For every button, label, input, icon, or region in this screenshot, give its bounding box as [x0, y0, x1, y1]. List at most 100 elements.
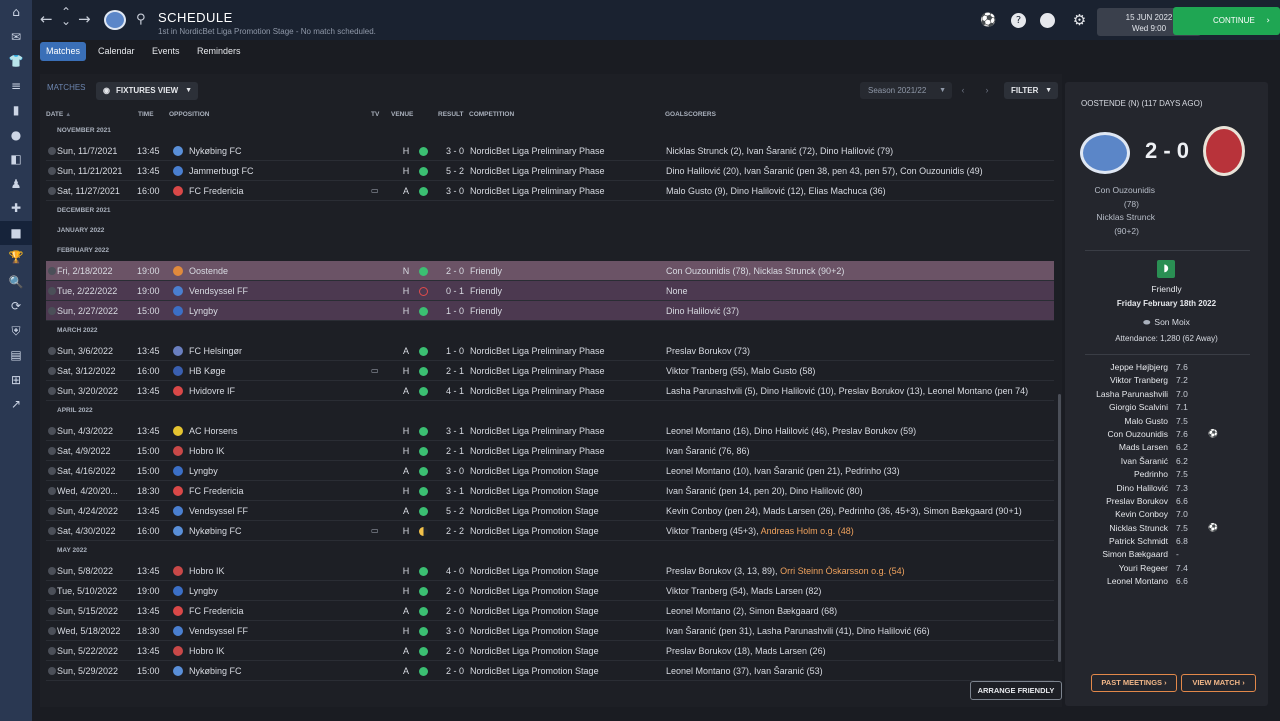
opponent-name[interactable]: FC Fredericia — [189, 486, 369, 496]
back-arrow-icon[interactable]: ← — [40, 10, 53, 28]
row-select-checkbox[interactable] — [48, 287, 56, 295]
row-select-checkbox[interactable] — [48, 567, 56, 575]
fixture-row[interactable]: Sat, 3/12/2022 16:00 HB Køge ▭ H 2 - 1 NordicB… — [46, 361, 1054, 381]
competition-name[interactable]: NordicBet Liga Promotion Stage — [470, 566, 660, 576]
match-result[interactable]: 2 - 0 — [438, 606, 472, 616]
row-select-checkbox[interactable] — [48, 607, 56, 615]
fixture-row[interactable]: Sun, 2/27/2022 15:00 Lyngby H 1 - 0 Friendly D… — [46, 301, 1054, 321]
player-name[interactable]: Youri Regeer — [1119, 563, 1168, 573]
fixture-row[interactable]: Sun, 11/21/2021 13:45 Jammerbugt FC H 5 - 2N… — [46, 161, 1054, 181]
opponent-name[interactable]: Hobro IK — [189, 566, 369, 576]
club-icon[interactable]: ♟ — [0, 172, 32, 197]
player-name[interactable]: Jeppe Højbjerg — [1110, 362, 1168, 372]
row-select-checkbox[interactable] — [48, 507, 56, 515]
competition-name[interactable]: NordicBet Liga Preliminary Phase — [470, 366, 660, 376]
row-select-checkbox[interactable] — [48, 447, 56, 455]
player-rating-row[interactable]: Kevin Conboy 7.0 — [1065, 509, 1268, 522]
player-name[interactable]: Malo Gusto — [1125, 416, 1168, 426]
tab-matches[interactable]: Matches — [40, 42, 87, 61]
inbox-icon[interactable]: ✉ — [0, 25, 32, 50]
filter-button[interactable]: FILTER ▼ — [1004, 82, 1058, 99]
match-result[interactable]: 2 - 0 — [438, 586, 472, 596]
player-name[interactable]: Lasha Parunashvili — [1096, 389, 1168, 399]
dev-centre-icon[interactable]: ⊞ — [0, 368, 32, 393]
player-rating-row[interactable]: Malo Gusto 7.5 — [1065, 416, 1268, 429]
home-icon[interactable]: ⌂ — [0, 0, 32, 25]
row-select-checkbox[interactable] — [48, 427, 56, 435]
fixture-row[interactable]: Sat, 4/16/2022 15:00 Lyngby A 3 - 0 NordicBet… — [46, 461, 1054, 481]
match-result[interactable]: 3 - 0 — [438, 626, 472, 636]
opponent-name[interactable]: Vendsyssel FF — [189, 286, 369, 296]
player-name[interactable]: Pedrinho — [1134, 469, 1168, 479]
match-result[interactable]: 3 - 0 — [438, 146, 472, 156]
trends-icon[interactable]: ↗ — [0, 392, 32, 417]
player-name[interactable]: Simon Bækgaard — [1102, 549, 1168, 559]
ball-icon[interactable]: ⚽ — [980, 13, 996, 28]
player-rating-row[interactable]: Nicklas Strunck 7.5 ⚽ — [1065, 523, 1268, 536]
staff-icon[interactable]: ● — [0, 123, 32, 148]
player-rating-row[interactable]: Mads Larsen 6.2 — [1065, 442, 1268, 455]
row-select-checkbox[interactable] — [48, 367, 56, 375]
view-match-button[interactable]: VIEW MATCH › — [1181, 674, 1256, 692]
column-venue[interactable]: VENUE — [391, 111, 413, 118]
club-info-icon[interactable]: ⛨ — [0, 319, 32, 344]
row-select-checkbox[interactable] — [48, 587, 56, 595]
player-name[interactable]: Nicklas Strunck — [1109, 523, 1168, 533]
fixture-row[interactable]: Sun, 3/6/2022 13:45 FC Helsingør A 1 - 0 Nord… — [46, 341, 1054, 361]
past-meetings-button[interactable]: PAST MEETINGS › — [1091, 674, 1177, 692]
competition-name[interactable]: NordicBet Liga Preliminary Phase — [470, 426, 660, 436]
row-select-checkbox[interactable] — [48, 347, 56, 355]
player-rating-row[interactable]: Pedrinho 7.5 — [1065, 469, 1268, 482]
fixture-row[interactable]: Tue, 2/22/2022 19:00 Vendsyssel FF H 0 - 1 Fr… — [46, 281, 1054, 301]
opponent-name[interactable]: Hobro IK — [189, 646, 369, 656]
fixture-row[interactable]: Sun, 4/3/2022 13:45 AC Horsens H 3 - 1 Nordic… — [46, 421, 1054, 441]
player-name[interactable]: Viktor Tranberg — [1110, 375, 1168, 385]
finances-icon[interactable]: ▤ — [0, 343, 32, 368]
fixture-row[interactable]: Sun, 4/24/2022 13:45 Vendsyssel FF A 5 - 2 No… — [46, 501, 1054, 521]
row-select-checkbox[interactable] — [48, 467, 56, 475]
competition-name[interactable]: NordicBet Liga Promotion Stage — [470, 506, 660, 516]
row-select-checkbox[interactable] — [48, 187, 56, 195]
match-result[interactable]: 0 - 1 — [438, 286, 472, 296]
opponent-name[interactable]: FC Fredericia — [189, 606, 369, 616]
match-result[interactable]: 2 - 1 — [438, 446, 472, 456]
opponent-name[interactable]: Lyngby — [189, 306, 369, 316]
fixture-row[interactable]: Sat, 11/27/2021 16:00 FC Fredericia ▭ A 3 - 0… — [46, 181, 1054, 201]
match-result[interactable]: 5 - 2 — [438, 166, 472, 176]
opponent-name[interactable]: Nykøbing FC — [189, 146, 369, 156]
competition-name[interactable]: NordicBet Liga Promotion Stage — [470, 606, 660, 616]
opponent-name[interactable]: Hobro IK — [189, 446, 369, 456]
competition-name[interactable]: NordicBet Liga Preliminary Phase — [470, 186, 660, 196]
match-result[interactable]: 3 - 1 — [438, 486, 472, 496]
match-result[interactable]: 3 - 1 — [438, 426, 472, 436]
opponent-name[interactable]: FC Helsingør — [189, 346, 369, 356]
arrange-friendly-button[interactable]: ARRANGE FRIENDLY — [970, 681, 1062, 700]
column-competition[interactable]: COMPETITION — [469, 111, 514, 118]
training-icon[interactable]: ◧ — [0, 147, 32, 172]
row-select-checkbox[interactable] — [48, 267, 56, 275]
column-goalscorers[interactable]: GOALSCORERS — [665, 111, 716, 118]
competition-name[interactable]: NordicBet Liga Promotion Stage — [470, 666, 660, 676]
match-result[interactable]: 3 - 0 — [438, 466, 472, 476]
competition-name[interactable]: Friendly — [470, 306, 660, 316]
fixture-row[interactable]: Sat, 4/9/2022 15:00 Hobro IK H 2 - 1 NordicBe… — [46, 441, 1054, 461]
opponent-name[interactable]: FC Fredericia — [189, 186, 369, 196]
player-name[interactable]: Giorgio Scalvini — [1109, 402, 1168, 412]
opponent-name[interactable]: Vendsyssel FF — [189, 506, 369, 516]
player-rating-row[interactable]: Lasha Parunashvili 7.0 — [1065, 389, 1268, 402]
column-time[interactable]: TIME — [138, 111, 154, 118]
forward-arrow-icon[interactable]: → — [78, 10, 91, 28]
row-select-checkbox[interactable] — [48, 307, 56, 315]
competition-name[interactable]: Friendly — [470, 266, 660, 276]
row-select-checkbox[interactable] — [48, 147, 56, 155]
match-result[interactable]: 5 - 2 — [438, 506, 472, 516]
competition-name[interactable]: NordicBet Liga Preliminary Phase — [470, 386, 660, 396]
player-rating-row[interactable]: Ivan Šaranić 6.2 — [1065, 456, 1268, 469]
tab-events[interactable]: Events — [146, 42, 186, 61]
player-rating-row[interactable]: Leonel Montano 6.6 — [1065, 576, 1268, 589]
match-result[interactable]: 4 - 1 — [438, 386, 472, 396]
row-select-checkbox[interactable] — [48, 667, 56, 675]
player-rating-row[interactable]: Simon Bækgaard - — [1065, 549, 1268, 562]
player-name[interactable]: Ivan Šaranić — [1121, 456, 1168, 466]
player-name[interactable]: Kevin Conboy — [1115, 509, 1168, 519]
